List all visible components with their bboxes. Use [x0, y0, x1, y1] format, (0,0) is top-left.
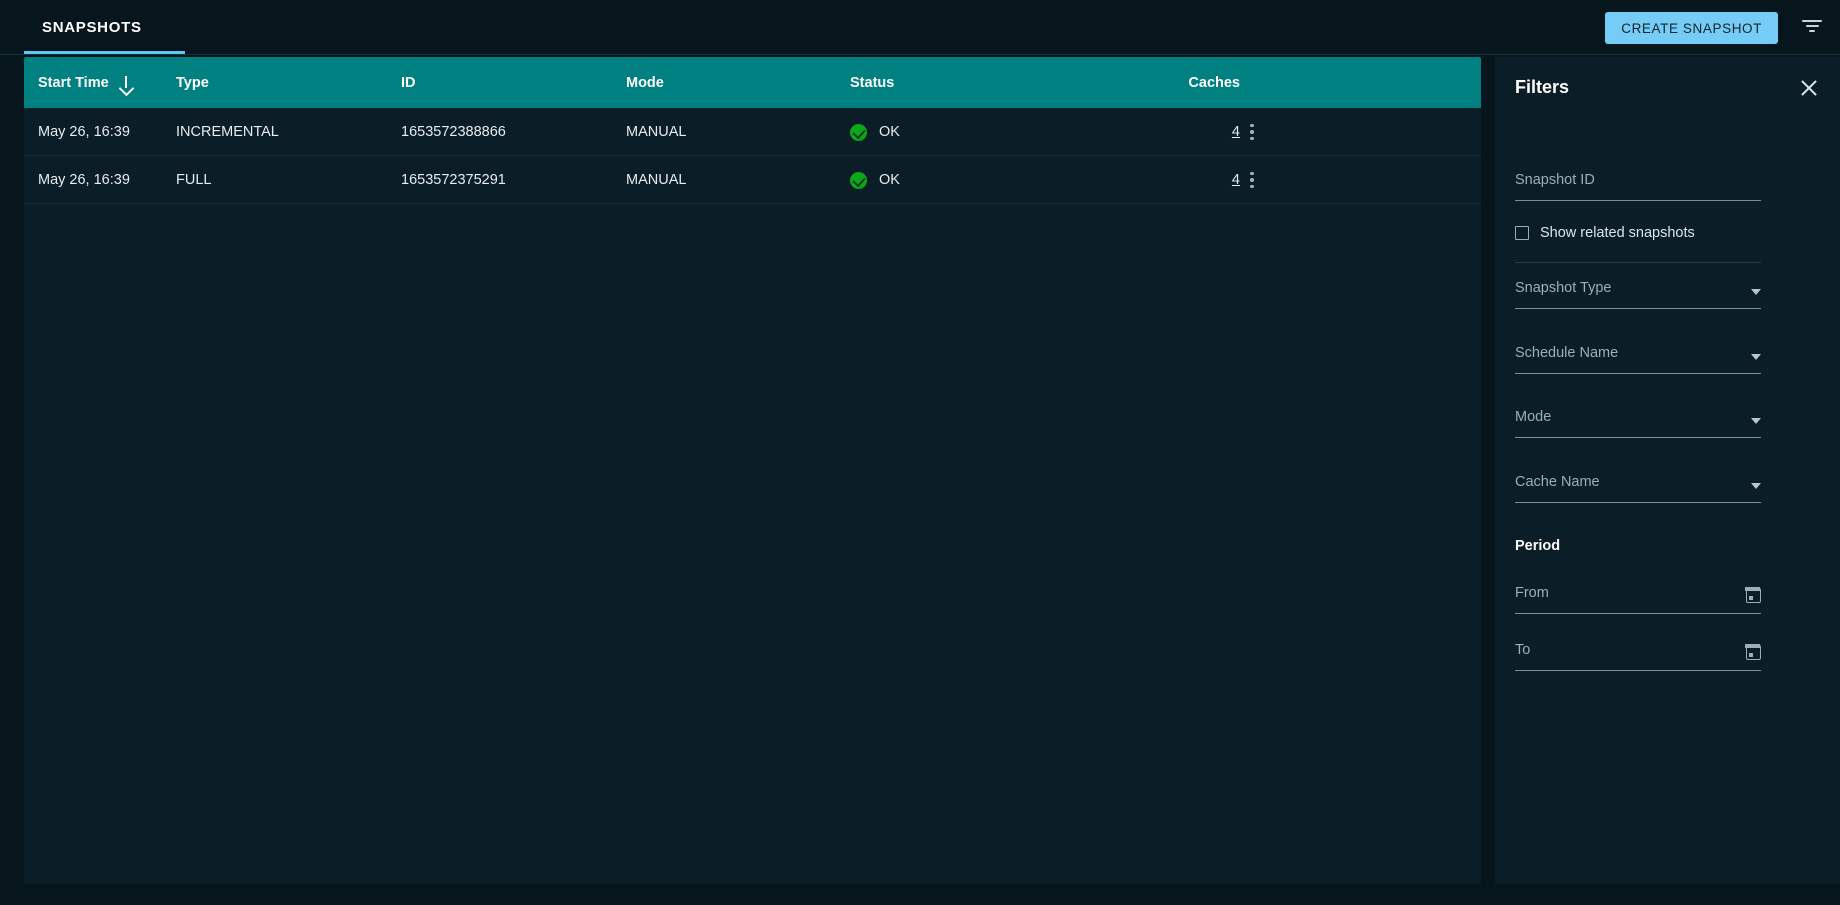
column-header-status-label: Status: [850, 74, 895, 91]
filters-period-title: Period: [1515, 538, 1561, 554]
filter-show-related-label: Show related snapshots: [1540, 225, 1695, 241]
calendar-icon[interactable]: [1745, 644, 1761, 660]
filter-period-from-field[interactable]: From: [1515, 581, 1761, 614]
table-row[interactable]: May 26, 16:39 FULL 1653572375291 MANUAL …: [24, 156, 1481, 204]
filter-funnel-icon: [1802, 20, 1822, 36]
snapshots-page: SNAPSHOTS CREATE SNAPSHOT Start Time Typ…: [0, 0, 1840, 905]
check-circle-icon: [850, 123, 867, 141]
filters-divider: [1515, 262, 1761, 263]
filter-snapshot-id-label: Snapshot ID: [1515, 172, 1595, 188]
filters-panel: Filters Snapshot ID Show related snapsho…: [1495, 57, 1840, 884]
cell-status: OK: [850, 108, 900, 156]
tab-snapshots-label: SNAPSHOTS: [42, 19, 142, 36]
create-snapshot-label: CREATE SNAPSHOT: [1621, 20, 1762, 36]
create-snapshot-button[interactable]: CREATE SNAPSHOT: [1605, 12, 1778, 44]
tab-active-indicator: [24, 51, 185, 54]
column-header-mode-label: Mode: [626, 74, 664, 91]
cell-id: 1653572375291: [401, 172, 506, 188]
cell-type: FULL: [176, 172, 212, 188]
kebab-menu-icon[interactable]: [1236, 156, 1268, 204]
filter-schedule-name-label: Schedule Name: [1515, 345, 1619, 361]
tab-snapshots[interactable]: SNAPSHOTS: [24, 0, 160, 55]
filter-show-related-checkbox[interactable]: Show related snapshots: [1515, 225, 1695, 241]
close-icon[interactable]: [1796, 75, 1822, 101]
filters-panel-title: Filters: [1515, 77, 1570, 97]
chevron-down-icon[interactable]: [1751, 483, 1761, 489]
column-header-start-time-label: Start Time: [38, 74, 109, 91]
filter-toggle-button[interactable]: [1796, 13, 1828, 43]
column-header-id[interactable]: ID: [401, 57, 416, 108]
cell-mode: MANUAL: [626, 172, 687, 188]
chevron-down-icon[interactable]: [1751, 289, 1761, 295]
column-header-id-label: ID: [401, 74, 416, 91]
cell-caches: 4: [1144, 156, 1240, 204]
filter-cache-name-select[interactable]: Cache Name: [1515, 470, 1761, 503]
table-row[interactable]: May 26, 16:39 INCREMENTAL 1653572388866 …: [24, 108, 1481, 156]
cell-caches: 4: [1144, 108, 1240, 156]
column-header-mode[interactable]: Mode: [626, 57, 664, 108]
filter-schedule-name-select[interactable]: Schedule Name: [1515, 341, 1761, 374]
arrow-down-icon: [119, 75, 133, 91]
cell-start-time: May 26, 16:39: [38, 172, 130, 188]
filter-period-from-label: From: [1515, 585, 1549, 601]
cell-type: INCREMENTAL: [176, 124, 279, 140]
cell-mode: MANUAL: [626, 124, 687, 140]
cell-id: 1653572388866: [401, 124, 506, 140]
cell-start-time: May 26, 16:39: [38, 124, 130, 140]
calendar-icon[interactable]: [1745, 587, 1761, 603]
filter-snapshot-id-field[interactable]: Snapshot ID: [1515, 168, 1761, 201]
filter-mode-select[interactable]: Mode: [1515, 405, 1761, 438]
filter-snapshot-type-select[interactable]: Snapshot Type: [1515, 276, 1761, 309]
column-header-caches-label: Caches: [1188, 74, 1240, 91]
column-header-type[interactable]: Type: [176, 57, 209, 108]
check-circle-icon: [850, 171, 867, 189]
status-label: OK: [879, 124, 900, 140]
chevron-down-icon[interactable]: [1751, 354, 1761, 360]
filter-period-to-field[interactable]: To: [1515, 638, 1761, 671]
column-header-type-label: Type: [176, 74, 209, 91]
status-label: OK: [879, 172, 900, 188]
snapshots-table-panel: Start Time Type ID Mode Status Caches Ma…: [24, 57, 1481, 884]
chevron-down-icon[interactable]: [1751, 418, 1761, 424]
filter-snapshot-type-label: Snapshot Type: [1515, 280, 1612, 296]
filter-mode-label: Mode: [1515, 409, 1552, 425]
column-header-status[interactable]: Status: [850, 57, 894, 108]
top-bar: SNAPSHOTS CREATE SNAPSHOT: [0, 0, 1840, 55]
column-header-start-time[interactable]: Start Time: [38, 57, 133, 108]
table-header-row: Start Time Type ID Mode Status Caches: [24, 57, 1481, 108]
tab-strip: SNAPSHOTS: [0, 0, 1840, 55]
filter-cache-name-label: Cache Name: [1515, 474, 1600, 490]
filter-period-to-label: To: [1515, 642, 1531, 658]
kebab-menu-icon[interactable]: [1236, 108, 1268, 156]
table-footer: [24, 844, 1481, 884]
cell-status: OK: [850, 156, 900, 204]
column-header-caches[interactable]: Caches: [1144, 57, 1240, 108]
checkbox-icon: [1515, 226, 1529, 240]
